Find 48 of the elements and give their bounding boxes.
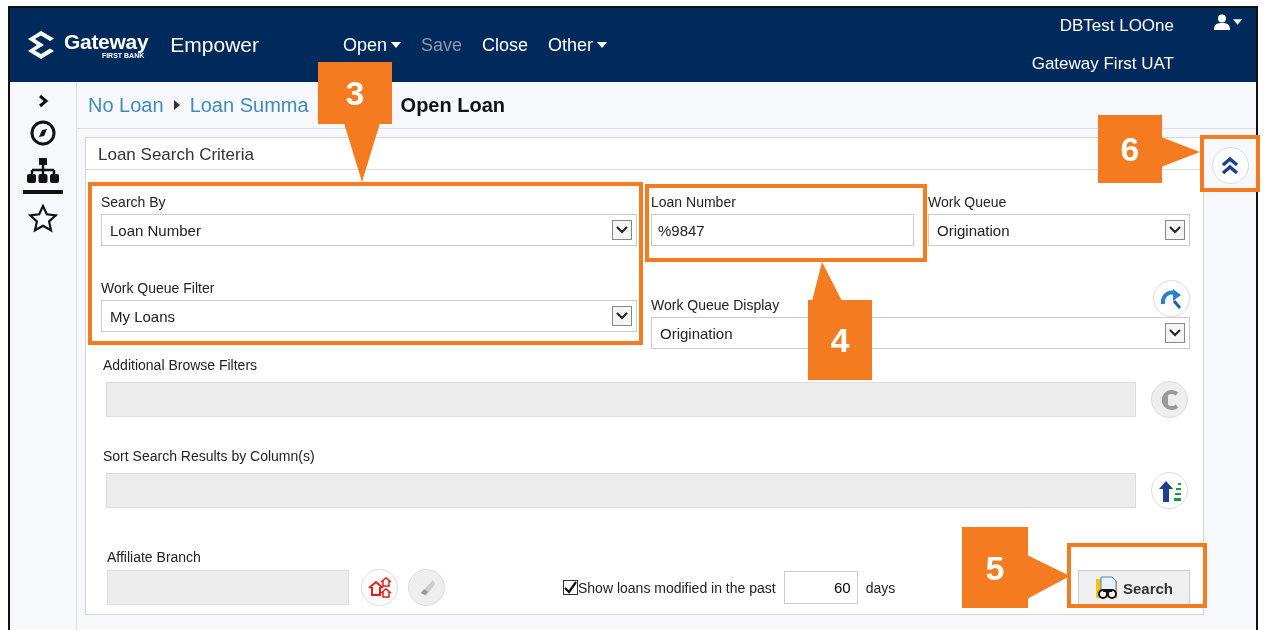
app-name: Empower [170, 33, 259, 57]
menu-item[interactable]: Open [337, 30, 408, 60]
field-label: Search By [101, 194, 166, 210]
menu-item[interactable]: Close [476, 30, 535, 60]
unit-label: days [865, 579, 896, 596]
field-label: Loan Number [651, 194, 736, 210]
browse-filters-field[interactable] [106, 382, 1136, 417]
caret-icon [1233, 19, 1242, 25]
sort-button[interactable] [1151, 472, 1188, 509]
binoculars-folder-icon [1094, 576, 1119, 600]
sidebar-item[interactable] [28, 118, 58, 148]
star-icon [28, 204, 58, 234]
houses-icon [366, 576, 393, 599]
checkbox-label: Show loans modified in the past [578, 579, 776, 596]
breadcrumb-arrow-icon [172, 99, 181, 111]
menu-item[interactable]: Other [542, 30, 614, 60]
search-button[interactable]: Search [1077, 570, 1190, 606]
days-input[interactable]: 60 [783, 571, 858, 604]
double-chevron-up-icon [1220, 155, 1240, 176]
sidebar-item[interactable] [23, 156, 63, 194]
dropdown-select[interactable]: Origination [928, 214, 1190, 246]
sort-columns-field[interactable] [106, 473, 1136, 508]
field-label: Work Queue [928, 194, 1007, 210]
caret-icon [391, 42, 402, 48]
field-label: Affiliate Branch [107, 549, 202, 565]
branch-lookup-button[interactable] [361, 569, 398, 606]
loan-number-input[interactable]: %9847 [651, 214, 914, 246]
breadcrumb-current: Open Loan [400, 93, 506, 117]
field-label: Work Queue Filter [101, 280, 215, 296]
field-label: Sort Search Results by Column(s) [103, 448, 316, 464]
environment-name: Gateway First UAT [1031, 54, 1174, 74]
curved-arrow-icon [1159, 287, 1184, 310]
dropdown-select[interactable]: Loan Number [101, 214, 637, 246]
field-label: Work Queue Display [651, 297, 780, 313]
clear-filters-button[interactable] [1151, 381, 1188, 418]
caret-icon [597, 42, 608, 48]
highlight-frame [1200, 135, 1260, 192]
affiliate-branch-field[interactable] [107, 570, 349, 605]
dropdown-select[interactable]: My Loans [101, 300, 637, 332]
user-icon [1214, 14, 1230, 30]
chevron-right-icon [37, 94, 49, 108]
checkbox[interactable] [563, 580, 578, 595]
refresh-button[interactable] [1153, 280, 1190, 317]
checkmark-icon [564, 581, 577, 594]
collapse-button[interactable] [1211, 147, 1249, 184]
compass-icon [30, 120, 56, 146]
user-name: DBTest LOOne [1059, 16, 1174, 36]
field-label: Additional Browse Filters [103, 357, 259, 373]
